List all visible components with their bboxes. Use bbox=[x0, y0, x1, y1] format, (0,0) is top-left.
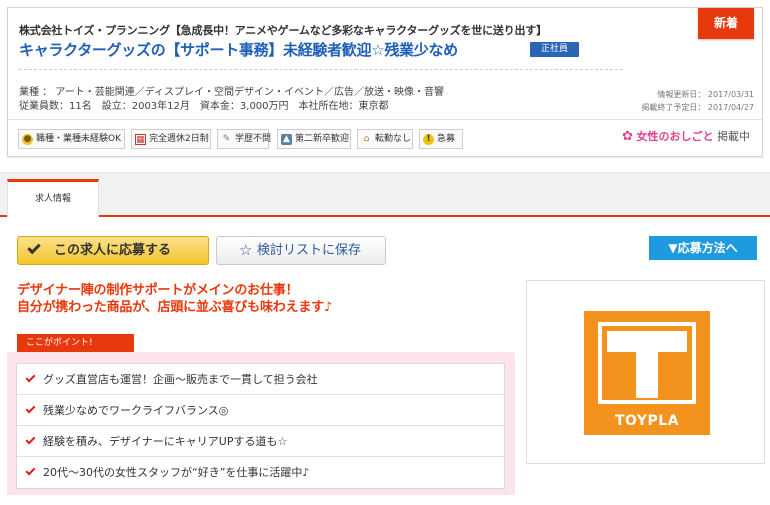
point-text: 残業少なめでワークライフバランス◎ bbox=[43, 404, 229, 417]
tag-two-days-off: ▦ 完全週休2日制 bbox=[131, 129, 211, 149]
check-icon bbox=[25, 372, 36, 383]
women-job-brand[interactable]: ✿ 女性のおしごと 掲載中 bbox=[622, 128, 750, 144]
house-icon: ⌂ bbox=[363, 134, 370, 144]
check-icon bbox=[25, 465, 36, 476]
logo-t-stem bbox=[636, 351, 658, 398]
list-item: 20代〜30代の女性スタッフが“好き”を仕事に活躍中♪ bbox=[17, 457, 504, 488]
women-brand-label: 女性のおしごと bbox=[636, 130, 714, 143]
new-badge: 新着 bbox=[698, 8, 754, 39]
flower-icon: ✿ bbox=[622, 129, 633, 144]
person-icon: ▲ bbox=[281, 134, 292, 145]
check-icon bbox=[25, 434, 36, 445]
point-text: グッズ直営店も運営！企画〜販売まで一貫して担う会社 bbox=[43, 373, 318, 386]
check-icon bbox=[27, 240, 41, 255]
divider bbox=[19, 69, 623, 70]
apply-button-label: この求人に応募する bbox=[54, 243, 172, 258]
logo-t-bar bbox=[607, 331, 687, 352]
tag-label: 完全週休2日制 bbox=[149, 134, 209, 144]
tag-label: 学歴不問 bbox=[235, 134, 272, 144]
tag-label: 急募 bbox=[437, 134, 456, 144]
logo-text: TOYPLA bbox=[614, 413, 680, 429]
save-to-list-button[interactable]: ☆ 検討リストに保存 bbox=[216, 236, 386, 265]
points-label: ここがポイント! bbox=[17, 334, 134, 352]
calendar-icon: ▦ bbox=[135, 134, 146, 145]
tag-urgent: ! 急募 bbox=[419, 129, 463, 149]
women-post-label: 掲載中 bbox=[717, 130, 750, 143]
star-icon: ☆ bbox=[239, 241, 253, 259]
employment-type-badge: 正社員 bbox=[530, 42, 579, 57]
divider bbox=[8, 119, 762, 120]
job-header-card: 株式会社トイズ・プランニング【急成長中！アニメやゲームなど多彩なキャラクターグッ… bbox=[7, 7, 763, 157]
tag-inexperienced-ok: ● 職種・業種未経験OK bbox=[18, 129, 125, 149]
apply-button[interactable]: この求人に応募する bbox=[17, 236, 209, 265]
tag-label: 職種・業種未経験OK bbox=[36, 134, 121, 144]
company-name: 株式会社トイズ・プランニング【急成長中！アニメやゲームなど多彩なキャラクターグッ… bbox=[19, 24, 547, 37]
tag-label: 転勤なし bbox=[375, 134, 412, 144]
save-button-label: 検討リストに保存 bbox=[257, 243, 362, 258]
tag-second-new-grad: ▲ 第二新卒歓迎 bbox=[277, 129, 351, 149]
tag-no-education-required: ✎ 学歴不問 bbox=[217, 129, 272, 149]
job-title[interactable]: キャラクターグッズの【サポート事務】未経験者歓迎☆残業少なめ bbox=[19, 39, 458, 60]
tab-underline bbox=[0, 215, 770, 217]
point-text: 20代〜30代の女性スタッフが“好き”を仕事に活躍中♪ bbox=[43, 466, 310, 479]
check-icon bbox=[25, 403, 36, 414]
list-item: 残業少なめでワークライフバランス◎ bbox=[17, 395, 504, 426]
shoe-icon: ● bbox=[22, 134, 33, 145]
point-text: 経験を積み、デザイナーにキャリアUPする道も☆ bbox=[43, 435, 288, 448]
pencil-icon: ✎ bbox=[222, 134, 231, 144]
tab-job-info[interactable]: 求人情報 bbox=[7, 179, 99, 217]
updated-date: 情報更新日： 2017/03/31 bbox=[657, 90, 754, 99]
company-info: 従業員数：11名 設立：2003年12月 資本金：3,000万円 本社所在地：東… bbox=[19, 101, 389, 112]
logo-mark: TOYPLA bbox=[584, 311, 710, 435]
list-item: グッズ直営店も運営！企画〜販売まで一貫して担う会社 bbox=[17, 364, 504, 395]
tab-bar bbox=[0, 172, 770, 216]
tag-no-relocation: ⌂ 転勤なし bbox=[357, 129, 413, 149]
points-list: グッズ直営店も運営！企画〜販売まで一貫して担う会社 残業少なめでワークライフバラ… bbox=[16, 363, 505, 489]
end-date: 掲載終了予定日： 2017/04/27 bbox=[641, 103, 754, 112]
alert-icon: ! bbox=[423, 134, 434, 145]
how-to-apply-button[interactable]: ▼応募方法へ bbox=[649, 236, 757, 260]
industry-info: 業種 ： アート・芸能関連／ディスプレイ・空間デザイン・イベント／広告／放送・映… bbox=[19, 87, 445, 98]
company-logo: TOYPLA bbox=[526, 280, 765, 464]
tag-label: 第二新卒歓迎 bbox=[295, 134, 350, 144]
catch-copy-line-2: 自分が携わった商品が、店頭に並ぶ喜びも味わえます♪ bbox=[17, 300, 333, 315]
list-item: 経験を積み、デザイナーにキャリアUPする道も☆ bbox=[17, 426, 504, 457]
